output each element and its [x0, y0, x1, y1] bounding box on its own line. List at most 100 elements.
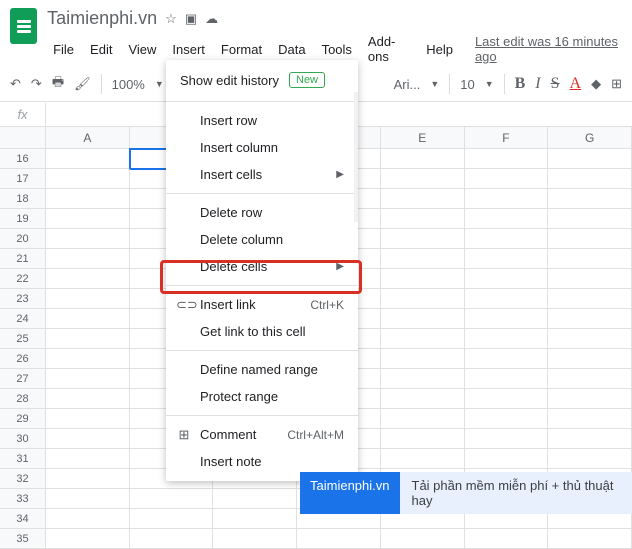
cell[interactable]	[46, 429, 130, 449]
cell[interactable]	[46, 269, 130, 289]
cell[interactable]	[548, 449, 632, 469]
cell[interactable]	[381, 329, 465, 349]
cell[interactable]	[381, 389, 465, 409]
document-title[interactable]: Taimienphi.vn	[47, 8, 157, 29]
menu-help[interactable]: Help	[420, 39, 459, 60]
cell[interactable]	[548, 169, 632, 189]
last-edit-link[interactable]: Last edit was 16 minutes ago	[475, 34, 622, 64]
cell[interactable]	[465, 349, 549, 369]
row-header[interactable]: 21	[0, 249, 46, 269]
cell[interactable]	[381, 209, 465, 229]
menu-addons[interactable]: Add-ons	[362, 31, 416, 67]
cell[interactable]	[548, 209, 632, 229]
cell[interactable]	[465, 169, 549, 189]
cell[interactable]	[465, 369, 549, 389]
cell[interactable]	[297, 529, 381, 549]
text-color-button[interactable]: A	[570, 75, 582, 93]
col-header[interactable]: F	[465, 127, 549, 149]
select-all-corner[interactable]	[0, 127, 46, 149]
cell[interactable]	[381, 289, 465, 309]
cell[interactable]	[548, 189, 632, 209]
cell[interactable]	[465, 149, 549, 169]
cell[interactable]	[381, 369, 465, 389]
cell[interactable]	[465, 209, 549, 229]
borders-icon[interactable]: ⊞	[611, 76, 622, 92]
row-header[interactable]: 25	[0, 329, 46, 349]
menu-comment[interactable]: ⊞CommentCtrl+Alt+M	[166, 421, 358, 448]
cell[interactable]	[213, 509, 297, 529]
cell[interactable]	[548, 289, 632, 309]
cell[interactable]	[46, 369, 130, 389]
cell[interactable]	[381, 269, 465, 289]
row-header[interactable]: 28	[0, 389, 46, 409]
row-header[interactable]: 20	[0, 229, 46, 249]
menu-delete-column[interactable]: Delete column	[166, 226, 358, 253]
menu-insert-cells[interactable]: Insert cells▶	[166, 161, 358, 188]
strike-button[interactable]: S	[551, 75, 560, 93]
row-header[interactable]: 18	[0, 189, 46, 209]
menu-insert-note[interactable]: Insert note	[166, 448, 358, 475]
cell[interactable]	[46, 249, 130, 269]
row-header[interactable]: 26	[0, 349, 46, 369]
menu-insert[interactable]: Insert	[166, 39, 211, 60]
chevron-down-icon[interactable]: ▼	[485, 79, 494, 89]
cell[interactable]	[46, 449, 130, 469]
row-header[interactable]: 35	[0, 529, 46, 549]
cell[interactable]	[46, 149, 130, 169]
menu-edit[interactable]: Edit	[84, 39, 118, 60]
cell[interactable]	[465, 389, 549, 409]
cell[interactable]	[548, 349, 632, 369]
cell[interactable]	[46, 489, 130, 509]
menu-delete-row[interactable]: Delete row	[166, 199, 358, 226]
row-header[interactable]: 29	[0, 409, 46, 429]
cell[interactable]	[465, 249, 549, 269]
cloud-icon[interactable]: ☁	[205, 11, 218, 27]
cell[interactable]	[548, 389, 632, 409]
cell[interactable]	[46, 529, 130, 549]
row-header[interactable]: 31	[0, 449, 46, 469]
cell[interactable]	[381, 149, 465, 169]
cell[interactable]	[465, 529, 549, 549]
cell[interactable]	[381, 429, 465, 449]
cell[interactable]	[465, 229, 549, 249]
cell[interactable]	[130, 489, 214, 509]
row-header[interactable]: 16	[0, 149, 46, 169]
cell[interactable]	[548, 329, 632, 349]
chevron-down-icon[interactable]: ▼	[155, 79, 164, 89]
cell[interactable]	[548, 369, 632, 389]
undo-icon[interactable]: ↶	[10, 76, 21, 92]
print-icon[interactable]: 🖶	[52, 73, 64, 95]
cell[interactable]	[46, 509, 130, 529]
menu-get-link[interactable]: Get link to this cell	[166, 318, 358, 345]
cell[interactable]	[46, 189, 130, 209]
cell[interactable]	[46, 309, 130, 329]
menu-data[interactable]: Data	[272, 39, 311, 60]
row-header[interactable]: 24	[0, 309, 46, 329]
cell[interactable]	[381, 309, 465, 329]
row-header[interactable]: 32	[0, 469, 46, 489]
cell[interactable]	[465, 189, 549, 209]
menu-delete-cells[interactable]: Delete cells▶	[166, 253, 358, 280]
row-header[interactable]: 30	[0, 429, 46, 449]
row-header[interactable]: 34	[0, 509, 46, 529]
cell[interactable]	[465, 409, 549, 429]
cell[interactable]	[381, 229, 465, 249]
paint-format-icon[interactable]: 🖌	[74, 76, 91, 92]
chevron-down-icon[interactable]: ▼	[430, 79, 439, 89]
cell[interactable]	[130, 509, 214, 529]
menu-file[interactable]: File	[47, 39, 80, 60]
cell[interactable]	[465, 309, 549, 329]
move-icon[interactable]: ▣	[185, 11, 197, 27]
col-header[interactable]: G	[548, 127, 632, 149]
menu-insert-row[interactable]: Insert row	[166, 107, 358, 134]
menu-protect-range[interactable]: Protect range	[166, 383, 358, 410]
cell[interactable]	[548, 149, 632, 169]
cell[interactable]	[548, 529, 632, 549]
zoom-select[interactable]: 100%	[112, 77, 145, 92]
redo-icon[interactable]: ↷	[31, 76, 42, 92]
menu-view[interactable]: View	[122, 39, 162, 60]
menu-insert-column[interactable]: Insert column	[166, 134, 358, 161]
row-header[interactable]: 17	[0, 169, 46, 189]
cell[interactable]	[46, 389, 130, 409]
cell[interactable]	[213, 529, 297, 549]
